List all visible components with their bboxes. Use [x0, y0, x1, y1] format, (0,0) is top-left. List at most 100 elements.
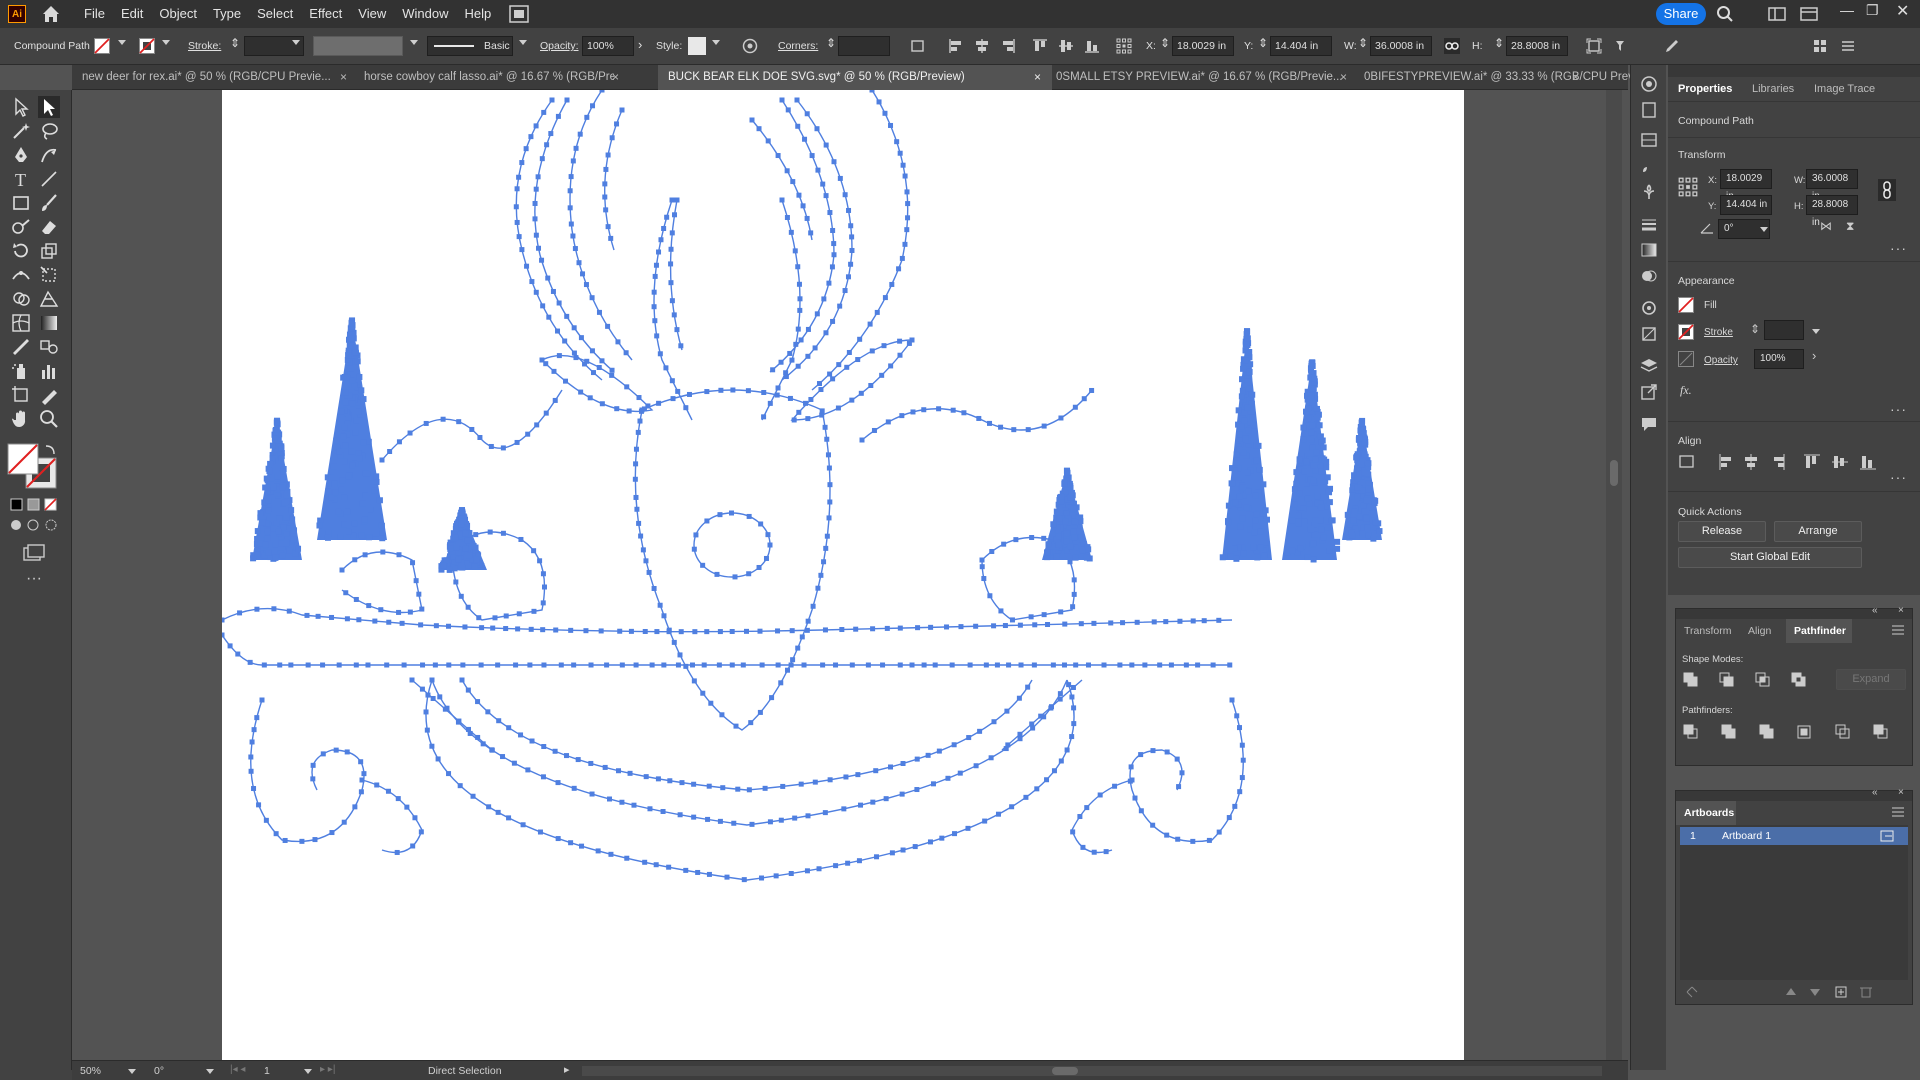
anchor-point[interactable] — [848, 261, 854, 267]
anchor-point[interactable] — [805, 813, 811, 819]
anchor-point[interactable] — [583, 282, 589, 288]
anchor-point[interactable] — [976, 415, 982, 421]
anchor-point[interactable] — [670, 396, 676, 402]
anchor-point[interactable] — [352, 349, 359, 356]
rotation-dropdown-icon[interactable] — [206, 1069, 214, 1074]
anchor-point[interactable] — [609, 367, 615, 373]
anchor-point[interactable] — [1041, 423, 1047, 429]
collapse-icon[interactable]: « — [1872, 605, 1878, 616]
anchor-point[interactable] — [830, 318, 836, 324]
anchor-point[interactable] — [447, 545, 454, 552]
more-options-icon[interactable]: ··· — [1890, 401, 1907, 417]
anchor-point[interactable] — [429, 743, 435, 749]
anchor-point[interactable] — [678, 629, 684, 635]
flip-vertical-icon[interactable]: ⧗ — [1846, 219, 1854, 234]
anchor-point[interactable] — [289, 516, 296, 523]
anchor-point[interactable] — [824, 436, 830, 442]
anchor-point[interactable] — [1238, 393, 1245, 400]
anchor-point[interactable] — [835, 405, 841, 411]
anchor-point[interactable] — [748, 720, 754, 726]
anchor-point[interactable] — [1058, 758, 1064, 764]
menu-help[interactable]: Help — [456, 0, 499, 28]
anchor-point[interactable] — [596, 309, 602, 315]
anchor-point[interactable] — [1053, 553, 1060, 560]
anchor-point[interactable] — [810, 603, 816, 609]
anchor-point[interactable] — [1001, 541, 1007, 547]
anchor-point[interactable] — [979, 557, 985, 563]
anchor-point[interactable] — [1364, 524, 1371, 531]
anchor-point[interactable] — [798, 781, 804, 787]
anchor-point[interactable] — [316, 522, 323, 529]
anchor-point[interactable] — [1239, 387, 1246, 394]
anchor-point[interactable] — [634, 506, 640, 512]
anchor-point[interactable] — [1231, 467, 1238, 474]
anchor-point[interactable] — [1061, 662, 1067, 668]
anchor-point[interactable] — [283, 514, 290, 521]
anchor-point[interactable] — [657, 351, 663, 357]
anchor-point[interactable] — [686, 391, 692, 397]
anchor-point[interactable] — [598, 628, 604, 634]
anchor-point[interactable] — [555, 836, 561, 842]
transform-icon[interactable] — [1586, 38, 1602, 54]
stroke-panel-icon[interactable] — [1640, 215, 1658, 233]
anchor-point[interactable] — [1301, 518, 1308, 525]
anchor-point[interactable] — [273, 831, 279, 837]
anchor-point[interactable] — [839, 627, 845, 633]
x-input[interactable]: 18.0029 in — [1172, 36, 1234, 56]
anchor-point[interactable] — [564, 753, 570, 759]
anchor-point[interactable] — [624, 855, 630, 861]
scroll-thumb[interactable] — [1610, 460, 1618, 486]
anchor-point[interactable] — [1006, 662, 1012, 668]
anchor-point[interactable] — [553, 627, 559, 633]
anchor-point[interactable] — [264, 528, 271, 535]
tab-close-icon[interactable]: × — [1340, 65, 1347, 90]
anchor-point[interactable] — [894, 139, 900, 145]
anchor-point[interactable] — [624, 384, 630, 390]
anchor-point[interactable] — [1242, 357, 1249, 364]
anchor-point[interactable] — [1062, 518, 1069, 525]
anchor-point[interactable] — [1314, 493, 1321, 500]
anchor-point[interactable] — [407, 609, 413, 615]
anchor-point[interactable] — [826, 465, 832, 471]
anchor-point[interactable] — [274, 473, 281, 480]
anchor-point[interactable] — [279, 552, 286, 559]
anchor-point[interactable] — [536, 245, 542, 251]
anchor-point[interactable] — [384, 662, 390, 668]
anchor-point[interactable] — [765, 138, 771, 144]
anchor-point[interactable] — [1240, 550, 1247, 557]
anchor-point[interactable] — [692, 629, 698, 635]
anchor-point[interactable] — [533, 186, 539, 192]
anchor-point[interactable] — [619, 662, 625, 668]
anchor-point[interactable] — [333, 747, 339, 753]
anchor-point[interactable] — [516, 234, 522, 240]
anchor-point[interactable] — [446, 566, 453, 573]
anchor-point[interactable] — [902, 173, 908, 179]
anchor-point[interactable] — [344, 616, 350, 622]
anchor-point[interactable] — [818, 572, 824, 578]
anchor-point[interactable] — [912, 844, 918, 850]
anchor-point[interactable] — [352, 429, 359, 436]
libraries-icon[interactable] — [1640, 75, 1658, 93]
anchor-point[interactable] — [351, 520, 358, 527]
anchor-point[interactable] — [614, 121, 620, 127]
anchor-point[interactable] — [745, 388, 751, 394]
anchor-point[interactable] — [352, 557, 358, 563]
anchor-point[interactable] — [910, 409, 916, 415]
anchor-point[interactable] — [353, 662, 359, 668]
anchor-point[interactable] — [528, 626, 534, 632]
menu-file[interactable]: File — [76, 0, 113, 28]
anchor-point[interactable] — [1262, 507, 1269, 514]
anchor-point[interactable] — [1134, 619, 1140, 625]
anchor-point[interactable] — [876, 99, 882, 105]
reference-point-icon[interactable] — [1116, 38, 1132, 54]
panel-menu-icon[interactable] — [1892, 807, 1904, 817]
anchor-point[interactable] — [329, 830, 335, 836]
anchor-point[interactable] — [1334, 538, 1341, 545]
menu-view[interactable]: View — [350, 0, 394, 28]
scale-tool-icon[interactable] — [38, 240, 60, 262]
anchor-point[interactable] — [1103, 849, 1109, 855]
screen-mode-icon[interactable] — [22, 544, 46, 564]
tab-image-trace[interactable]: Image Trace — [1814, 83, 1875, 95]
anchor-point[interactable] — [283, 540, 290, 547]
anchor-point[interactable] — [544, 142, 550, 148]
